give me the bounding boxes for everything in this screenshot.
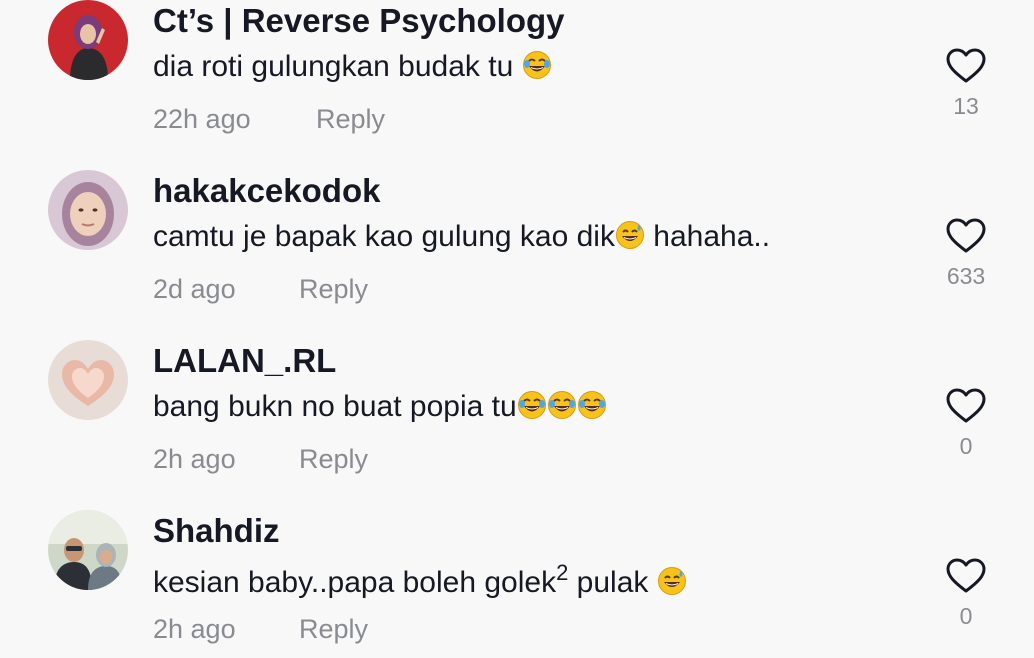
face-with-tears-of-joy-emoji-icon <box>547 390 577 420</box>
comment-text-content: camtu je bapak kao gulung kao dik <box>153 220 615 253</box>
avatar[interactable] <box>48 510 128 590</box>
comment-timestamp: 2h ago <box>153 614 236 644</box>
comment-username[interactable]: hakakcekodok <box>153 172 380 210</box>
like-count: 13 <box>953 93 979 119</box>
comment-timestamp: 2h ago <box>153 444 236 474</box>
face-with-tears-of-joy-emoji-icon <box>522 50 552 80</box>
comment-text: kesian baby..papa boleh golek2 pulak <box>153 560 687 600</box>
reply-button[interactable]: Reply <box>299 614 368 645</box>
face-with-tears-of-joy-emoji-icon <box>517 390 547 420</box>
comment-item: hakakcekodok camtu je bapak kao gulung k… <box>0 170 1034 340</box>
like-count: 0 <box>959 603 973 629</box>
grinning-face-with-sweat-emoji-icon <box>657 566 687 596</box>
comment-text: bang bukn no buat popia tu <box>153 390 607 424</box>
reply-button[interactable]: Reply <box>316 104 385 135</box>
heart-icon[interactable] <box>946 388 986 424</box>
comment-text-content: bang bukn no buat popia tu <box>153 390 517 423</box>
comment-text-content: kesian baby..papa boleh golek <box>153 566 557 599</box>
grinning-face-with-sweat-emoji-icon <box>615 220 645 250</box>
reply-button[interactable]: Reply <box>299 444 368 475</box>
comment-timestamp: 2d ago <box>153 274 236 304</box>
reply-button[interactable]: Reply <box>299 274 368 305</box>
like-count: 633 <box>946 263 986 289</box>
comment-text-content: hahaha.. <box>644 220 771 253</box>
comment-text: dia roti gulungkan budak tu <box>153 50 552 84</box>
heart-icon[interactable] <box>946 558 986 594</box>
comment-username[interactable]: Ct’s | Reverse Psychology <box>153 2 565 40</box>
comment-username[interactable]: LALAN_.RL <box>153 342 336 380</box>
comment-item: LALAN_.RL bang bukn no buat popia tu 2h … <box>0 340 1034 510</box>
comment-item: Shahdiz kesian baby..papa boleh golek2 p… <box>0 510 1034 658</box>
comment-item: Ct’s | Reverse Psychology dia roti gulun… <box>0 0 1034 170</box>
avatar[interactable] <box>48 0 128 80</box>
like-button[interactable]: 13 <box>940 48 992 138</box>
like-button[interactable]: 0 <box>940 558 992 648</box>
like-button[interactable]: 633 <box>940 218 992 308</box>
comment-text: camtu je bapak kao gulung kao dik hahaha… <box>153 220 770 254</box>
comment-text-content: pulak <box>568 566 657 599</box>
comment-username[interactable]: Shahdiz <box>153 512 280 550</box>
heart-icon[interactable] <box>946 218 986 254</box>
face-with-tears-of-joy-emoji-icon <box>577 390 607 420</box>
superscript-text: 2 <box>556 560 569 585</box>
avatar[interactable] <box>48 340 128 420</box>
avatar[interactable] <box>48 170 128 250</box>
heart-icon[interactable] <box>946 48 986 84</box>
like-button[interactable]: 0 <box>940 388 992 478</box>
comment-list: Ct’s | Reverse Psychology dia roti gulun… <box>0 0 1034 658</box>
comment-text-content: dia roti gulungkan budak tu <box>153 50 522 83</box>
comment-timestamp: 22h ago <box>153 104 251 134</box>
like-count: 0 <box>959 433 973 459</box>
